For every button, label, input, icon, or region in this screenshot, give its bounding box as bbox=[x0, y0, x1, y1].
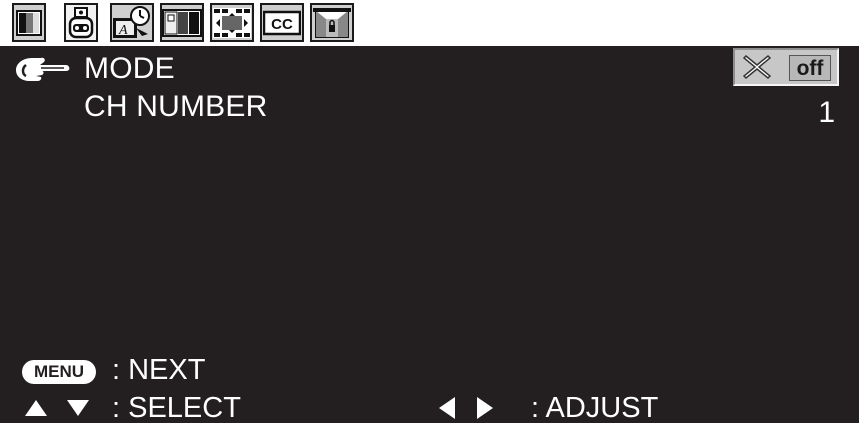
menu-tab-bar: A CC bbox=[0, 0, 859, 46]
arrow-up-icon bbox=[25, 400, 47, 416]
menu-panel: MODE CH NUMBER 1 off MENU : NEXT : SELEC… bbox=[0, 46, 859, 424]
mode-label[interactable]: MODE bbox=[84, 52, 175, 86]
x-icon bbox=[742, 54, 772, 80]
menu-key-badge: MENU bbox=[22, 360, 96, 384]
ch-number-value: 1 bbox=[818, 96, 835, 129]
lock-icon bbox=[313, 7, 351, 38]
arrow-right-icon bbox=[477, 397, 493, 419]
picture-icon bbox=[16, 9, 42, 36]
position-icon bbox=[213, 7, 251, 38]
timer-icon: A bbox=[113, 5, 150, 38]
tab-closed-caption[interactable]: CC bbox=[260, 3, 304, 42]
help-adjust-text: : ADJUST bbox=[531, 392, 659, 424]
tab-lock[interactable] bbox=[310, 3, 354, 42]
mode-toggle-value: off bbox=[789, 55, 831, 81]
help-select-text: : SELECT bbox=[112, 392, 241, 424]
tab-sound[interactable] bbox=[64, 3, 98, 42]
arrow-left-icon bbox=[439, 397, 455, 419]
tab-picture[interactable] bbox=[12, 3, 46, 42]
tab-screen-mode[interactable] bbox=[160, 3, 204, 42]
pointing-hand-icon bbox=[16, 57, 70, 81]
closed-caption-icon: CC bbox=[263, 10, 301, 35]
arrow-down-icon bbox=[67, 400, 89, 416]
closed-caption-text: CC bbox=[271, 16, 293, 33]
svg-text:A: A bbox=[118, 23, 128, 38]
mode-toggle[interactable]: off bbox=[733, 48, 839, 86]
screen-mode-icon bbox=[162, 8, 202, 37]
sound-icon bbox=[68, 6, 94, 38]
tab-position[interactable] bbox=[210, 3, 254, 42]
tab-timer[interactable]: A bbox=[110, 3, 154, 42]
ch-number-label[interactable]: CH NUMBER bbox=[84, 90, 267, 124]
help-next-text: : NEXT bbox=[112, 354, 206, 386]
